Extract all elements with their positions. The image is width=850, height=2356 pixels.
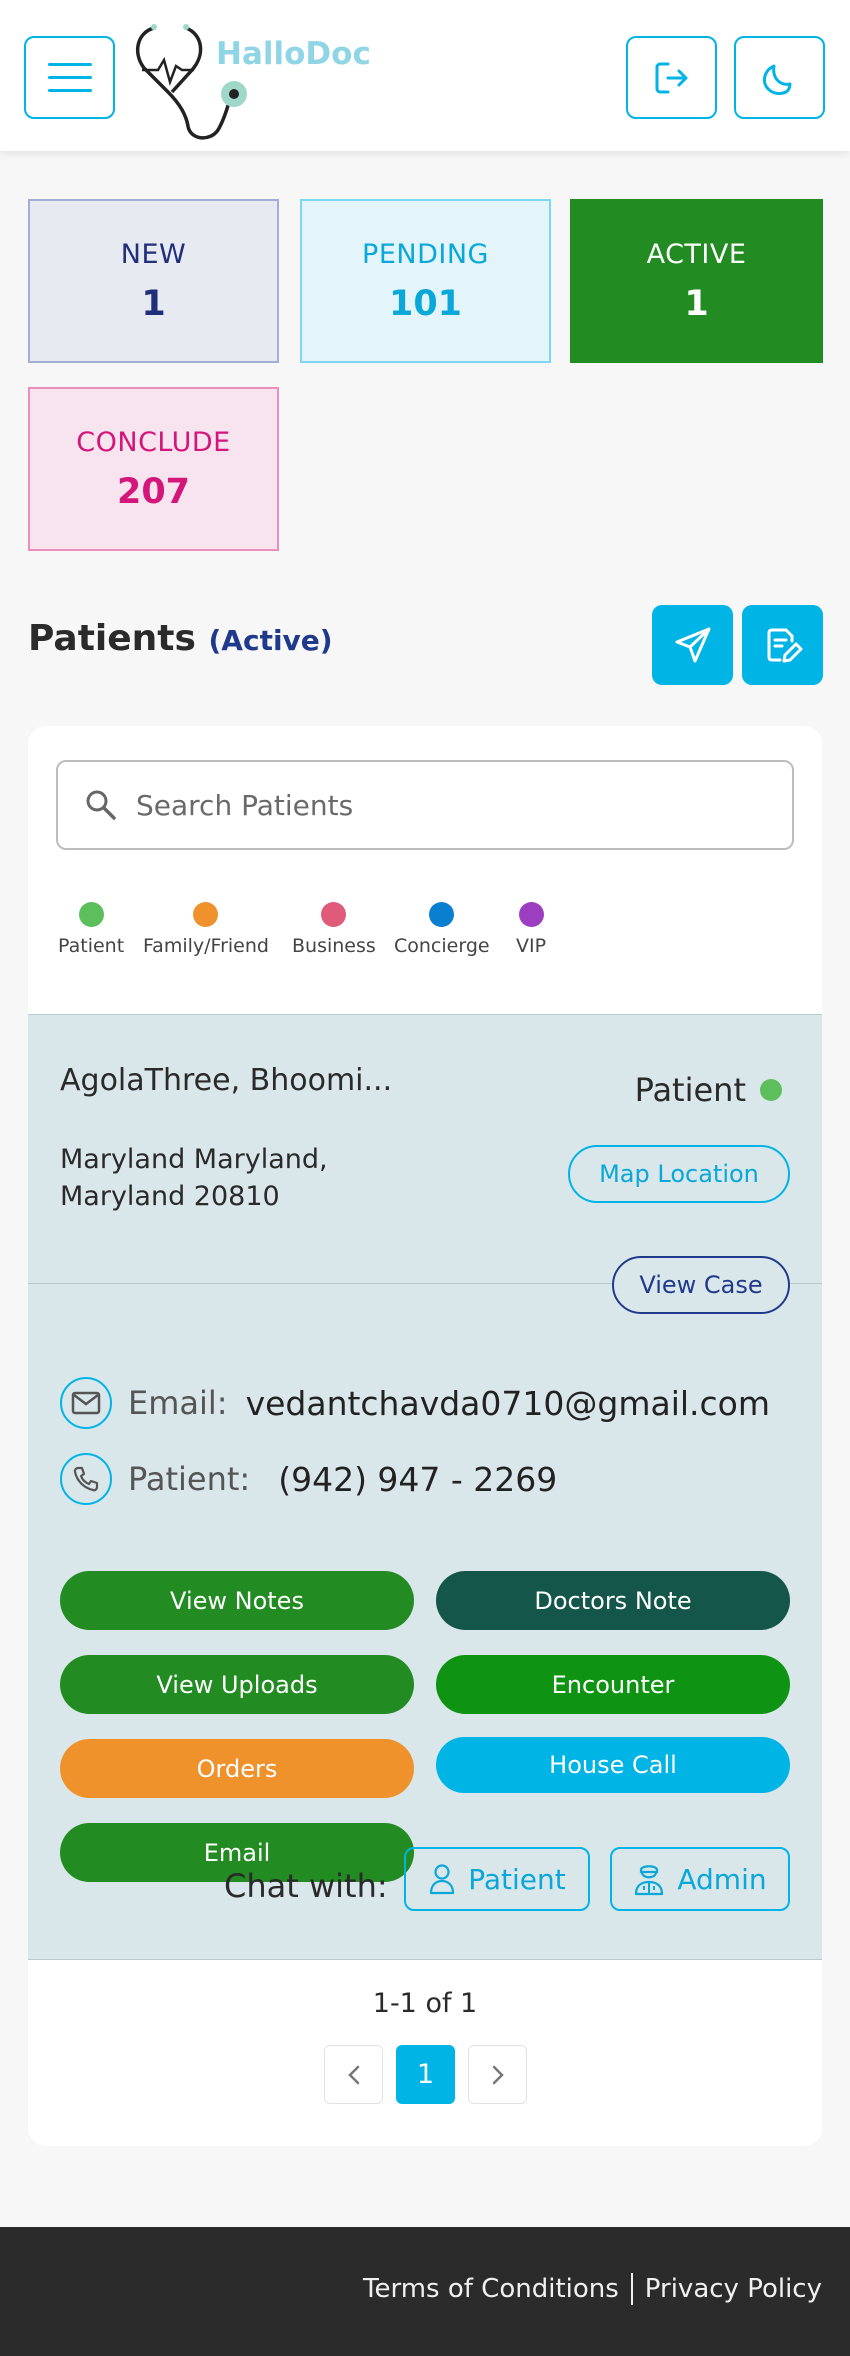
legend-label: VIP — [516, 935, 547, 957]
send-icon — [675, 627, 710, 663]
search-box[interactable] — [56, 760, 794, 850]
encounter-button[interactable]: Encounter — [436, 1655, 790, 1714]
stat-label: NEW — [120, 238, 187, 270]
hamburger-icon — [47, 62, 92, 92]
legend-vip: VIP — [516, 902, 546, 957]
patient-address: Maryland Maryland, Maryland 20810 — [60, 1141, 380, 1215]
address-line-1: Maryland Maryland, — [60, 1144, 328, 1175]
legend-dot — [321, 902, 347, 927]
request-card: AgolaThree, Bhoomi... Patient Maryland M… — [28, 1014, 822, 1960]
dark-mode-toggle[interactable] — [734, 36, 825, 119]
email-value: vedantchavda0710@gmail.com — [245, 1383, 771, 1423]
section-status: (Active) — [208, 624, 333, 657]
stat-card-new[interactable]: NEW 1 — [28, 199, 279, 363]
patients-panel: Patient Family/Friend Business Concierge… — [28, 726, 822, 2146]
previous-page-button[interactable] — [324, 2045, 383, 2104]
chevron-right-icon — [492, 2065, 504, 2084]
brand-name: HalloDoc — [216, 36, 371, 72]
stat-card-conclude[interactable]: CONCLUDE 207 — [28, 387, 279, 551]
send-link-button[interactable] — [652, 605, 733, 685]
section-title: Patients (Active) — [28, 618, 333, 659]
page-number-button[interactable]: 1 — [396, 2045, 455, 2104]
stat-card-active[interactable]: ACTIVE 1 — [570, 199, 823, 363]
app-header: HalloDoc — [0, 0, 850, 151]
admin-icon — [635, 1865, 664, 1896]
request-type-dot — [760, 1079, 782, 1101]
user-icon — [430, 1864, 455, 1895]
pagination-summary: 1-1 of 1 — [372, 1988, 478, 2019]
house-call-button[interactable]: House Call — [436, 1737, 790, 1793]
edit-document-icon — [767, 628, 802, 663]
request-type: Patient — [635, 1071, 782, 1109]
view-notes-button[interactable]: View Notes — [60, 1571, 414, 1630]
logout-icon — [655, 62, 687, 93]
stat-label: ACTIVE — [646, 238, 747, 270]
email-label: Email: — [128, 1384, 228, 1422]
phone-label: Patient: — [128, 1460, 251, 1498]
orders-button[interactable]: Orders — [60, 1739, 414, 1798]
legend-dot — [78, 902, 104, 927]
map-location-button[interactable]: Map Location — [568, 1145, 790, 1203]
legend-dot — [429, 902, 455, 927]
section-title-text: Patients — [28, 618, 196, 659]
privacy-link[interactable]: Privacy Policy — [645, 2274, 822, 2304]
footer-separator — [630, 2273, 633, 2305]
legend-label: Business — [292, 935, 376, 957]
legend-concierge: Concierge — [394, 902, 490, 957]
logout-button[interactable] — [626, 36, 717, 119]
chat-with-label: Chat with: — [224, 1867, 388, 1905]
phone-value: (942) 947 - 2269 — [278, 1459, 558, 1499]
legend-business: Business — [292, 902, 376, 957]
legend-dot — [193, 902, 219, 927]
view-uploads-button[interactable]: View Uploads — [60, 1655, 414, 1714]
search-icon — [86, 790, 116, 820]
stat-count: 101 — [388, 283, 463, 324]
envelope-icon — [60, 1377, 112, 1429]
stat-card-pending[interactable]: PENDING 101 — [300, 199, 551, 363]
phone-row: Patient: (942) 947 - 2269 — [60, 1453, 557, 1505]
next-page-button[interactable] — [468, 2045, 527, 2104]
legend-family-friend: Family/Friend — [143, 902, 269, 957]
menu-button[interactable] — [24, 36, 115, 119]
terms-link[interactable]: Terms of Conditions — [363, 2274, 619, 2304]
chat-admin-label: Admin — [677, 1862, 767, 1896]
stat-count: 1 — [684, 283, 709, 324]
chat-patient-button[interactable]: Patient — [404, 1847, 590, 1911]
footer-links: Terms of Conditions Privacy Policy — [363, 2273, 822, 2305]
legend-label: Patient — [58, 935, 125, 957]
view-case-button[interactable]: View Case — [612, 1256, 790, 1314]
legend-dot — [518, 902, 544, 927]
stat-count: 207 — [116, 471, 191, 512]
chat-patient-label: Patient — [468, 1862, 566, 1896]
footer: Terms of Conditions Privacy Policy — [0, 2227, 850, 2356]
address-line-2: Maryland 20810 — [60, 1181, 280, 1212]
chevron-left-icon — [347, 2065, 359, 2084]
stat-label: PENDING — [362, 238, 489, 270]
stat-label: CONCLUDE — [76, 426, 231, 458]
phone-icon — [60, 1453, 112, 1505]
search-input[interactable] — [136, 788, 736, 822]
legend-label: Concierge — [394, 935, 490, 957]
patient-name: AgolaThree, Bhoomi... — [60, 1063, 393, 1098]
moon-icon — [762, 64, 791, 95]
legend-patient: Patient — [58, 902, 124, 957]
create-request-button[interactable] — [742, 605, 823, 685]
doctors-note-button[interactable]: Doctors Note — [436, 1571, 790, 1630]
stat-count: 1 — [141, 283, 166, 324]
chat-admin-button[interactable]: Admin — [610, 1847, 790, 1911]
email-row: Email: vedantchavda0710@gmail.com — [60, 1377, 770, 1429]
legend-label: Family/Friend — [143, 935, 269, 957]
request-type-label: Patient — [634, 1071, 746, 1109]
